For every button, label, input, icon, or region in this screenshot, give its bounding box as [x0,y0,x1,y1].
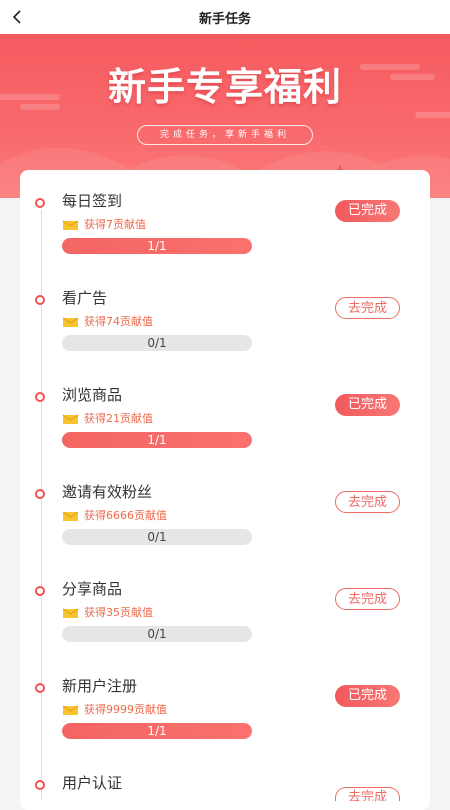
progress-count: 1/1 [147,433,167,447]
task-name: 新用户注册 [62,677,138,695]
chevron-left-icon[interactable] [8,7,28,27]
status-button-completed[interactable]: 已完成 [335,200,400,222]
progress-bar: 0/1 [62,335,252,351]
coin-icon [62,414,79,424]
task-name: 邀请有效粉丝 [62,483,153,501]
status-button-completed[interactable]: 已完成 [335,394,400,416]
reward-text: 获得7贡献值 [84,218,146,231]
task-reward: 获得35贡献值 [62,604,153,620]
timeline-dot [35,586,45,596]
reward-text: 获得21贡献值 [84,412,153,425]
task-item-new-user-register: 新用户注册 获得9999贡献值 1/1 已完成 [0,677,450,780]
coin-icon [62,608,79,618]
status-button-go[interactable]: 去完成 [335,787,400,801]
task-name: 看广告 [62,289,108,307]
progress-count: 1/1 [147,239,167,253]
progress-count: 0/1 [147,627,167,641]
status-button-go[interactable]: 去完成 [335,297,400,319]
reward-text: 获得35贡献值 [84,606,153,619]
status-button-go[interactable]: 去完成 [335,491,400,513]
timeline-dot [35,198,45,208]
coin-icon [62,220,79,230]
task-reward: 获得6666贡献值 [62,507,167,523]
task-reward: 获得7贡献值 [62,216,146,232]
timeline-dot [35,392,45,402]
task-name: 分享商品 [62,580,123,598]
progress-bar: 1/1 [62,432,252,448]
top-nav-bar: 新手任务 [0,0,450,34]
reward-text: 获得74贡献值 [84,315,153,328]
progress-count: 0/1 [147,530,167,544]
coin-icon [62,511,79,521]
task-item-daily-checkin: 每日签到 获得7贡献值 1/1 已完成 [0,192,450,295]
task-item-watch-ads: 看广告 获得74贡献值 0/1 去完成 [0,289,450,392]
banner-title: 新手专享福利 [107,64,342,109]
page-title: 新手任务 [198,11,251,27]
coin-icon [62,317,79,327]
task-name: 用户认证 [62,774,123,792]
task-reward: 获得9999贡献值 [62,701,167,717]
timeline-dot [35,295,45,305]
progress-bar: 0/1 [62,626,252,642]
coin-icon [62,705,79,715]
task-reward: 获得74贡献值 [62,313,153,329]
status-button-go[interactable]: 去完成 [335,588,400,610]
task-item-invite-fans: 邀请有效粉丝 获得6666贡献值 0/1 去完成 [0,483,450,586]
task-name: 每日签到 [62,192,123,210]
banner-subtitle: 完成任务，享新手福利 [137,125,313,145]
cloud-decoration [415,112,450,118]
progress-count: 0/1 [147,336,167,350]
reward-text: 获得9999贡献值 [84,703,167,716]
progress-count: 1/1 [147,724,167,738]
timeline-dot [35,683,45,693]
progress-bar: 1/1 [62,723,252,739]
task-name: 浏览商品 [62,386,123,404]
reward-text: 获得6666贡献值 [84,509,167,522]
progress-bar: 0/1 [62,529,252,545]
timeline-dot [35,780,45,790]
timeline-dot [35,489,45,499]
status-button-completed[interactable]: 已完成 [335,685,400,707]
progress-bar: 1/1 [62,238,252,254]
task-item-user-verification: 用户认证 去完成 [0,774,450,801]
task-item-browse-products: 浏览商品 获得21贡献值 1/1 已完成 [0,386,450,489]
task-item-share-products: 分享商品 获得35贡献值 0/1 去完成 [0,580,450,683]
task-reward: 获得21贡献值 [62,410,153,426]
